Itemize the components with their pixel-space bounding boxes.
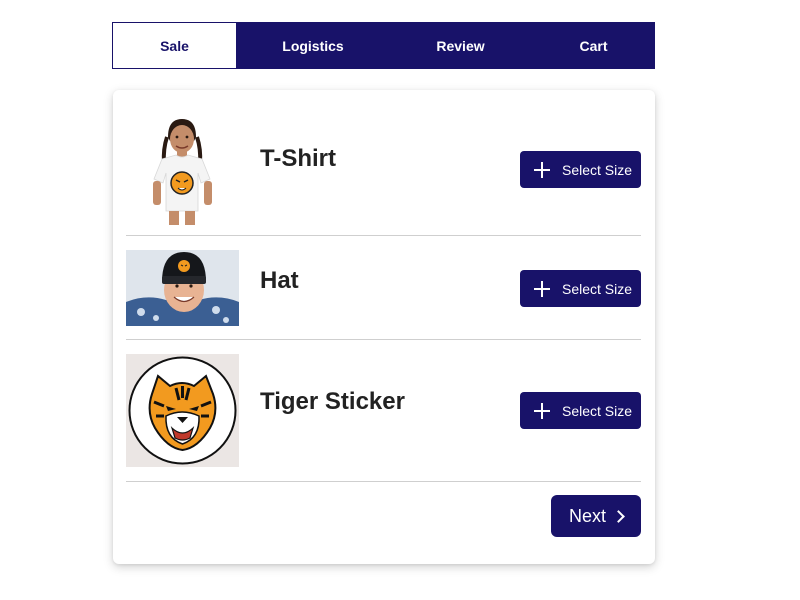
tshirt-image bbox=[126, 115, 239, 225]
hat-image bbox=[126, 250, 239, 326]
product-row: Tiger Sticker Select Size bbox=[126, 354, 641, 467]
chevron-right-icon bbox=[612, 510, 625, 523]
select-size-button[interactable]: Select Size bbox=[520, 270, 641, 307]
divider bbox=[126, 339, 641, 340]
next-label: Next bbox=[568, 505, 606, 526]
tab-review[interactable]: Review bbox=[389, 22, 532, 69]
divider bbox=[126, 481, 641, 482]
plus-icon bbox=[534, 161, 550, 178]
select-size-label: Select Size bbox=[562, 161, 633, 178]
select-size-button[interactable]: Select Size bbox=[520, 151, 641, 188]
plus-icon bbox=[534, 280, 550, 297]
select-size-button[interactable]: Select Size bbox=[520, 392, 641, 429]
plus-icon bbox=[534, 402, 550, 419]
tab-logistics[interactable]: Logistics bbox=[237, 22, 389, 69]
divider bbox=[126, 235, 641, 236]
tiger-sticker-image bbox=[126, 354, 239, 467]
product-name: Tiger Sticker bbox=[260, 388, 405, 415]
checkout-tabs: Sale Logistics Review Cart bbox=[112, 22, 655, 69]
product-name: Hat bbox=[260, 267, 299, 294]
product-row: Hat Select Size bbox=[126, 250, 641, 326]
product-name: T-Shirt bbox=[260, 145, 336, 172]
tab-cart[interactable]: Cart bbox=[532, 22, 655, 69]
product-row: T-Shirt Select Size bbox=[126, 115, 641, 225]
product-card: T-Shirt Select Size Hat Select Size Tige… bbox=[113, 90, 655, 564]
tab-sale[interactable]: Sale bbox=[112, 22, 237, 69]
select-size-label: Select Size bbox=[562, 280, 633, 297]
select-size-label: Select Size bbox=[562, 402, 633, 419]
next-button[interactable]: Next bbox=[551, 495, 641, 537]
